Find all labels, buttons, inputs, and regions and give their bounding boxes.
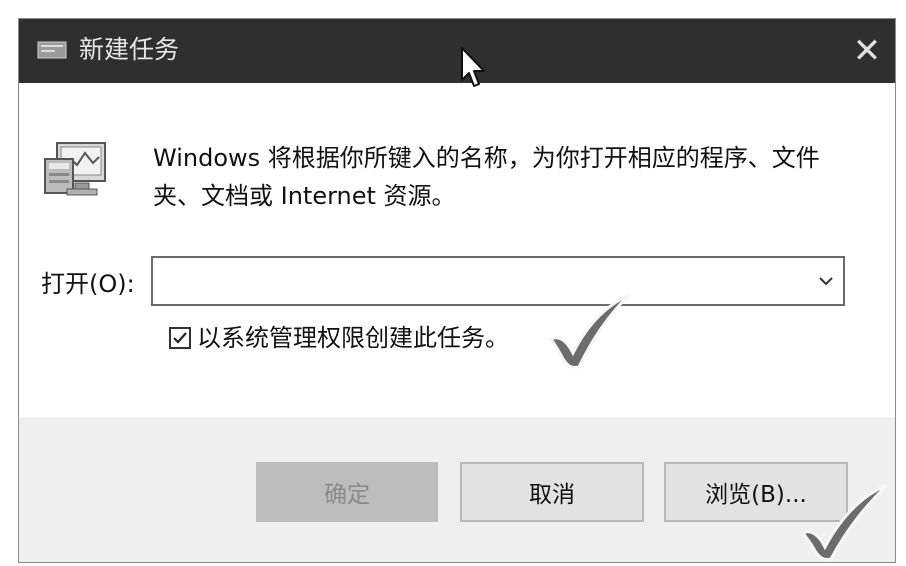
dialog-description: Windows 将根据你所键入的名称，为你打开相应的程序、文件夹、文档或 Int… [153, 144, 820, 210]
cancel-button[interactable]: 取消 [460, 462, 644, 522]
close-icon: ✕ [852, 31, 882, 71]
close-button[interactable]: ✕ [839, 19, 895, 83]
run-program-icon [44, 142, 106, 196]
check-icon [173, 332, 187, 344]
title-bar[interactable]: 新建任务 ✕ [19, 19, 895, 83]
admin-checkbox-label: 以系统管理权限创建此任务。 [197, 324, 509, 352]
chevron-down-icon[interactable] [815, 270, 837, 292]
admin-checkbox[interactable] [169, 327, 191, 349]
ok-button[interactable]: 确定 [256, 462, 438, 522]
new-task-dialog: 新建任务 ✕ Windows 将根据你所键入的名称，为你打开相应的程序、文件夹、… [18, 18, 896, 563]
checkmark-annotation-icon [548, 293, 631, 369]
admin-privilege-option[interactable]: 以系统管理权限创建此任务。 [169, 321, 509, 355]
open-combobox[interactable] [151, 256, 845, 306]
mouse-pointer-icon [461, 47, 485, 87]
open-label: 打开(O): [41, 270, 135, 298]
run-app-icon [37, 41, 67, 59]
window-title: 新建任务 [79, 35, 180, 64]
open-input[interactable] [159, 262, 803, 302]
checkmark-annotation-icon [800, 483, 889, 561]
